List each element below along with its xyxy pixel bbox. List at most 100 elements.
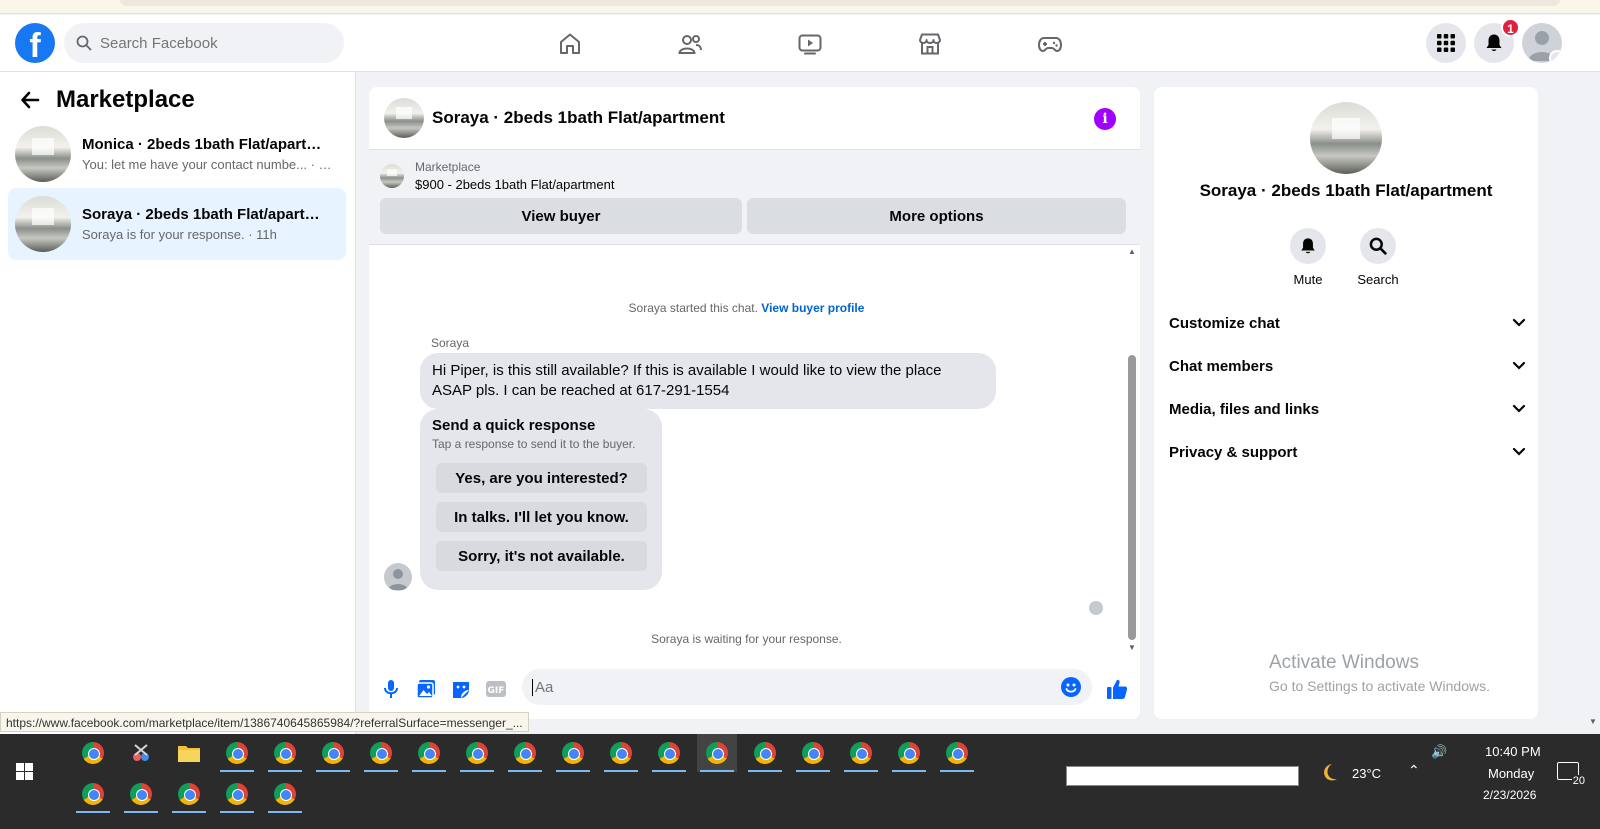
bell-icon xyxy=(1301,238,1315,254)
windows-start-icon[interactable] xyxy=(16,763,33,780)
facebook-logo-icon[interactable]: f xyxy=(15,23,55,63)
speaker-icon[interactable]: 🔊 xyxy=(1431,744,1447,760)
sender-avatar xyxy=(384,563,412,591)
chrome-window-icon[interactable] xyxy=(457,734,497,772)
listing-price-title: $900 - 2beds 1bath Flat/apartment xyxy=(415,177,615,192)
scrollbar-thumb[interactable] xyxy=(1128,355,1136,640)
grid-menu-icon xyxy=(1437,34,1455,52)
weather-moon-icon[interactable] xyxy=(1318,762,1340,789)
search-action[interactable]: Search xyxy=(1348,228,1408,287)
attach-photo-button[interactable] xyxy=(408,671,443,707)
chrome-taskbar-icon[interactable] xyxy=(73,734,113,772)
tab-friends[interactable] xyxy=(630,15,750,72)
search-bar[interactable] xyxy=(64,23,344,63)
taskbar-search-field[interactable] xyxy=(1066,766,1299,786)
chrome-window-icon[interactable] xyxy=(505,734,545,772)
chat-thumbnail[interactable] xyxy=(384,98,424,138)
message-input-box[interactable] xyxy=(522,669,1092,705)
listing-avatar[interactable] xyxy=(1310,102,1382,174)
chrome-window-icon[interactable] xyxy=(121,775,161,813)
scroll-down-icon[interactable]: ▼ xyxy=(1127,643,1137,652)
quick-response-button[interactable]: In talks. I'll let you know. xyxy=(436,502,647,532)
clock-date[interactable]: 2/23/2026 xyxy=(1483,788,1536,802)
mute-action[interactable]: Mute xyxy=(1278,228,1338,287)
message-input[interactable] xyxy=(532,678,1052,696)
file-explorer-icon[interactable] xyxy=(169,734,209,772)
chrome-window-icon[interactable] xyxy=(265,775,305,813)
section-chat-members[interactable]: Chat members xyxy=(1169,351,1526,381)
voice-clip-button[interactable] xyxy=(373,671,408,707)
chrome-window-icon[interactable] xyxy=(937,734,977,772)
conversation-item-active[interactable]: Soraya · 2beds 1bath Flat/apartment Sora… xyxy=(8,188,346,260)
info-icon[interactable]: i xyxy=(1094,108,1116,130)
chat-title[interactable]: Soraya · 2beds 1bath Flat/apartment xyxy=(432,108,725,128)
section-media-files[interactable]: Media, files and links xyxy=(1169,394,1526,424)
top-navigation: f 1 ⌄ xyxy=(0,15,1600,72)
chrome-window-icon[interactable] xyxy=(217,734,257,772)
tab-watch[interactable] xyxy=(750,15,870,72)
quick-response-title: Send a quick response xyxy=(432,417,596,434)
view-buyer-profile-link[interactable]: View buyer profile xyxy=(761,301,864,315)
chrome-window-icon[interactable] xyxy=(169,775,209,813)
smiley-icon xyxy=(1065,683,1077,693)
sticker-button[interactable] xyxy=(443,671,478,707)
quick-response-button[interactable]: Yes, are you interested? xyxy=(436,463,647,493)
gaming-icon xyxy=(1037,36,1063,52)
section-label: Media, files and links xyxy=(1169,400,1320,418)
account-controls: 1 ⌄ xyxy=(1426,18,1562,63)
chrome-window-icon[interactable] xyxy=(361,734,401,772)
weather-temperature[interactable]: 23°C xyxy=(1352,766,1381,781)
page-title: Marketplace xyxy=(56,86,195,113)
chrome-window-icon[interactable] xyxy=(217,775,257,813)
svg-text:GIF: GIF xyxy=(487,686,504,696)
message-list: Soraya started this chat. View buyer pro… xyxy=(369,246,1140,656)
view-buyer-button[interactable]: View buyer xyxy=(380,198,742,234)
more-options-button[interactable]: More options xyxy=(747,198,1126,234)
chrome-window-icon[interactable] xyxy=(409,734,449,772)
search-input[interactable] xyxy=(100,34,320,52)
notifications-button[interactable]: 1 xyxy=(1474,18,1520,63)
emoji-icon[interactable] xyxy=(1061,677,1081,697)
chrome-window-icon[interactable] xyxy=(841,734,881,772)
profile-avatar[interactable]: ⌄ xyxy=(1522,23,1562,63)
windows-taskbar: 23°C ⌃ 🔊 10:40 PM Monday 2/23/2026 20 xyxy=(0,734,1600,829)
chrome-window-icon-active[interactable] xyxy=(697,734,737,772)
notification-center-icon[interactable]: 20 xyxy=(1557,762,1586,787)
menu-button[interactable] xyxy=(1426,23,1466,63)
clock-day[interactable]: Monday xyxy=(1488,766,1534,781)
quick-response-button[interactable]: Sorry, it's not available. xyxy=(436,541,647,571)
chrome-window-icon[interactable] xyxy=(745,734,785,772)
chrome-window-icon[interactable] xyxy=(313,734,353,772)
tab-marketplace[interactable] xyxy=(870,15,990,72)
chrome-window-icon[interactable] xyxy=(889,734,929,772)
quick-response-card: Send a quick response Tap a response to … xyxy=(420,409,662,590)
section-customize-chat[interactable]: Customize chat xyxy=(1169,308,1526,338)
message-scrollbar[interactable]: ▲ ▼ xyxy=(1127,247,1137,652)
chrome-window-icon[interactable] xyxy=(73,775,113,813)
scroll-down-icon[interactable]: ▼ xyxy=(1589,717,1597,726)
browser-tab-strip xyxy=(120,0,1560,6)
listing-thumbnail xyxy=(15,126,71,182)
snipping-tool-icon[interactable] xyxy=(121,734,161,772)
sender-name: Soraya xyxy=(431,336,470,350)
details-name: Soraya · 2beds 1bath Flat/apartment xyxy=(1199,181,1493,200)
chevron-up-icon[interactable]: ⌃ xyxy=(1408,762,1420,779)
conversation-item[interactable]: Monica · 2beds 1bath Flat/apartm... You:… xyxy=(8,118,346,190)
tab-home[interactable] xyxy=(510,15,630,72)
back-arrow-icon[interactable] xyxy=(20,90,40,110)
like-button[interactable] xyxy=(1099,671,1134,707)
chrome-window-icon[interactable] xyxy=(553,734,593,772)
clock-time[interactable]: 10:40 PM xyxy=(1485,744,1541,759)
chevron-down-icon[interactable]: ⌄ xyxy=(1549,50,1562,63)
page-scrollbar[interactable]: ▼ xyxy=(1586,72,1600,734)
chrome-window-icon[interactable] xyxy=(601,734,641,772)
gif-button[interactable]: GIF xyxy=(478,671,513,707)
section-privacy-support[interactable]: Privacy & support xyxy=(1169,437,1526,467)
scroll-up-icon[interactable]: ▲ xyxy=(1127,247,1137,256)
message-bubble[interactable]: Hi Piper, is this still available? If th… xyxy=(420,353,996,409)
chrome-window-icon[interactable] xyxy=(649,734,689,772)
listing-summary[interactable]: Marketplace $900 - 2beds 1bath Flat/apar… xyxy=(380,160,1129,192)
chrome-window-icon[interactable] xyxy=(793,734,833,772)
tab-gaming[interactable] xyxy=(990,15,1110,72)
chrome-window-icon[interactable] xyxy=(265,734,305,772)
